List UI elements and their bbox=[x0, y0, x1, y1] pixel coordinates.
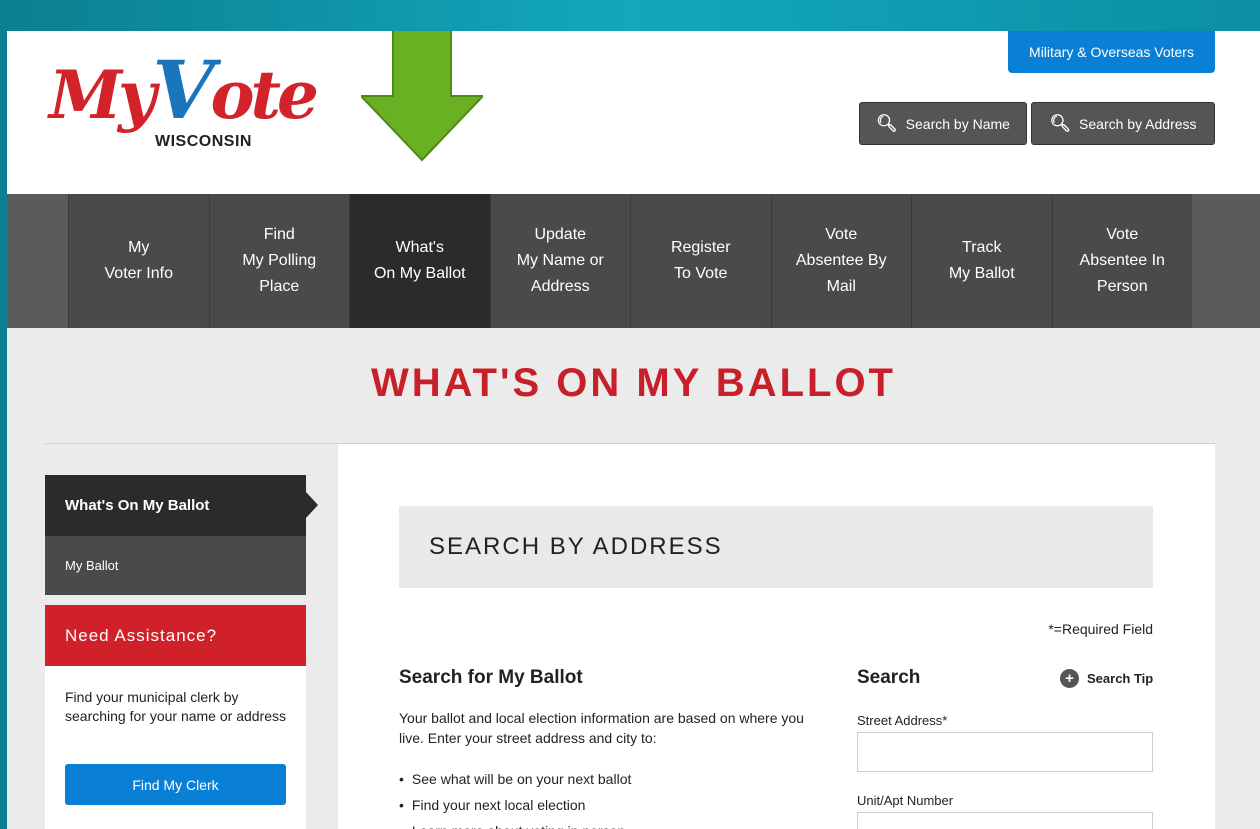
sidebar-item-whats-on-my-ballot[interactable]: What's On My Ballot bbox=[45, 475, 306, 536]
main-panel: SEARCH BY ADDRESS *=Required Field Searc… bbox=[338, 444, 1215, 829]
logo-v: V bbox=[152, 43, 214, 137]
search-description: Your ballot and local election informati… bbox=[399, 710, 804, 746]
search-heading: Search bbox=[857, 667, 921, 688]
unit-number-label: Unit/Apt Number bbox=[857, 793, 954, 808]
search-by-address-button[interactable]: 🔍︎ Search by Address bbox=[1031, 102, 1215, 145]
nav-track-my-ballot[interactable]: Track My Ballot bbox=[911, 194, 1052, 328]
myvote-logo[interactable]: MyVote WISCONSIN bbox=[49, 35, 319, 165]
assist-text: Find your municipal clerk by searching f… bbox=[65, 689, 286, 724]
main-nav: My Voter Info Find My Polling Place What… bbox=[7, 194, 1260, 328]
site-header: MyVote WISCONSIN Military & Overseas Vot… bbox=[7, 31, 1260, 194]
logo-script: MyVote bbox=[49, 43, 319, 137]
sidebar-item-my-ballot[interactable]: My Ballot bbox=[45, 536, 306, 595]
page-title: WHAT'S ON MY BALLOT bbox=[371, 361, 896, 405]
nav-update-name-address[interactable]: Update My Name or Address bbox=[489, 194, 630, 328]
unit-number-input[interactable] bbox=[857, 812, 1153, 829]
nav-find-polling-place[interactable]: Find My Polling Place bbox=[208, 194, 349, 328]
list-item: See what will be on your next ballot bbox=[399, 766, 631, 792]
need-assistance-heading: Need Assistance? bbox=[45, 605, 306, 666]
nav-vote-absentee-mail[interactable]: Vote Absentee By Mail bbox=[770, 194, 911, 328]
list-item: Find your next local election bbox=[399, 792, 631, 818]
nav-whats-on-my-ballot[interactable]: What's On My Ballot bbox=[349, 194, 490, 328]
required-field-note: *=Required Field bbox=[1048, 621, 1153, 637]
logo-my: My bbox=[49, 56, 156, 134]
nav-vote-absentee-in-person[interactable]: Vote Absentee In Person bbox=[1051, 194, 1192, 328]
list-item: Learn more about voting in person bbox=[399, 818, 631, 829]
search-tip-label: Search Tip bbox=[1087, 671, 1154, 686]
search-by-address-label: Search by Address bbox=[1079, 115, 1197, 132]
sidebar-active-pointer bbox=[306, 492, 318, 518]
find-my-clerk-button[interactable]: Find My Clerk bbox=[65, 764, 286, 805]
search-for-ballot-heading: Search for My Ballot bbox=[399, 667, 583, 688]
plus-circle-icon: + bbox=[1060, 669, 1079, 688]
search-icon: 🔍︎ bbox=[1049, 113, 1072, 133]
search-by-name-button[interactable]: 🔍︎ Search by Name bbox=[859, 102, 1027, 145]
street-address-input[interactable] bbox=[857, 732, 1153, 772]
search-tip-link[interactable]: + Search Tip bbox=[1060, 669, 1153, 688]
logo-state: WISCONSIN bbox=[155, 133, 252, 150]
search-icon: 🔍︎ bbox=[876, 113, 898, 133]
section-title: SEARCH BY ADDRESS bbox=[399, 506, 1153, 588]
green-arrow-annotation-icon bbox=[361, 31, 483, 162]
military-overseas-button[interactable]: Military & Overseas Voters bbox=[1008, 31, 1215, 73]
search-by-name-label: Search by Name bbox=[905, 115, 1010, 132]
page: MyVote WISCONSIN Military & Overseas Vot… bbox=[7, 31, 1260, 829]
nav-my-voter-info[interactable]: My Voter Info bbox=[68, 194, 209, 328]
nav-register-to-vote[interactable]: Register To Vote bbox=[630, 194, 771, 328]
logo-ote: ote bbox=[210, 56, 319, 134]
need-assistance-panel: Find your municipal clerk by searching f… bbox=[45, 666, 306, 829]
benefit-list: See what will be on your next ballot Fin… bbox=[399, 766, 631, 829]
street-address-label: Street Address* bbox=[857, 713, 948, 728]
